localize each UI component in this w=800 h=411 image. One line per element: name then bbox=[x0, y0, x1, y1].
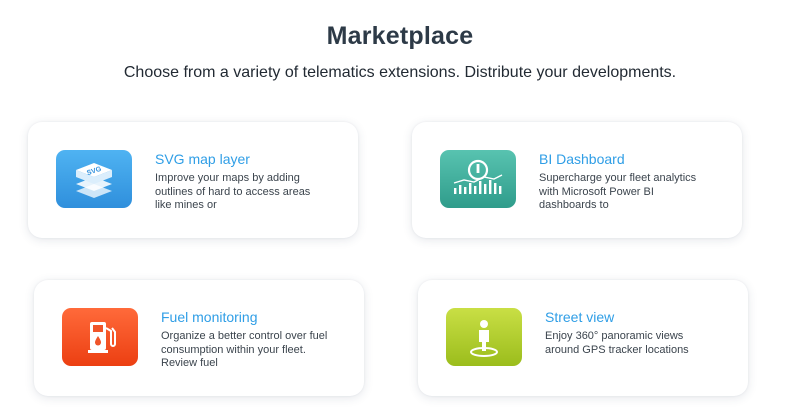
card-title[interactable]: Street view bbox=[545, 309, 614, 325]
extension-card-svg-map-layer[interactable]: SVG SVG map layer Improve your maps by a… bbox=[28, 122, 358, 238]
card-title[interactable]: SVG map layer bbox=[155, 151, 250, 167]
card-description: Enjoy 360° panoramic views around GPS tr… bbox=[545, 330, 717, 372]
card-title[interactable]: Fuel monitoring bbox=[161, 309, 258, 325]
extension-card-bi-dashboard[interactable]: BI Dashboard Supercharge your fleet anal… bbox=[412, 122, 742, 238]
extension-card-street-view[interactable]: Street view Enjoy 360° panoramic views a… bbox=[418, 280, 748, 396]
svg-layers-icon: SVG bbox=[56, 150, 132, 208]
fuel-pump-icon bbox=[62, 308, 138, 366]
dashboard-chart-icon bbox=[440, 150, 516, 208]
card-description: Improve your maps by adding outlines of … bbox=[155, 172, 327, 214]
page-subtitle: Choose from a variety of telematics exte… bbox=[123, 64, 677, 81]
page-title: Marketplace bbox=[326, 22, 474, 50]
card-description: Supercharge your fleet analytics with Mi… bbox=[539, 172, 711, 214]
extension-card-fuel-monitoring[interactable]: Fuel monitoring Organize a better contro… bbox=[34, 280, 364, 396]
street-view-person-icon bbox=[446, 308, 522, 366]
card-description: Organize a better control over fuel cons… bbox=[161, 330, 333, 372]
card-title[interactable]: BI Dashboard bbox=[539, 151, 625, 167]
